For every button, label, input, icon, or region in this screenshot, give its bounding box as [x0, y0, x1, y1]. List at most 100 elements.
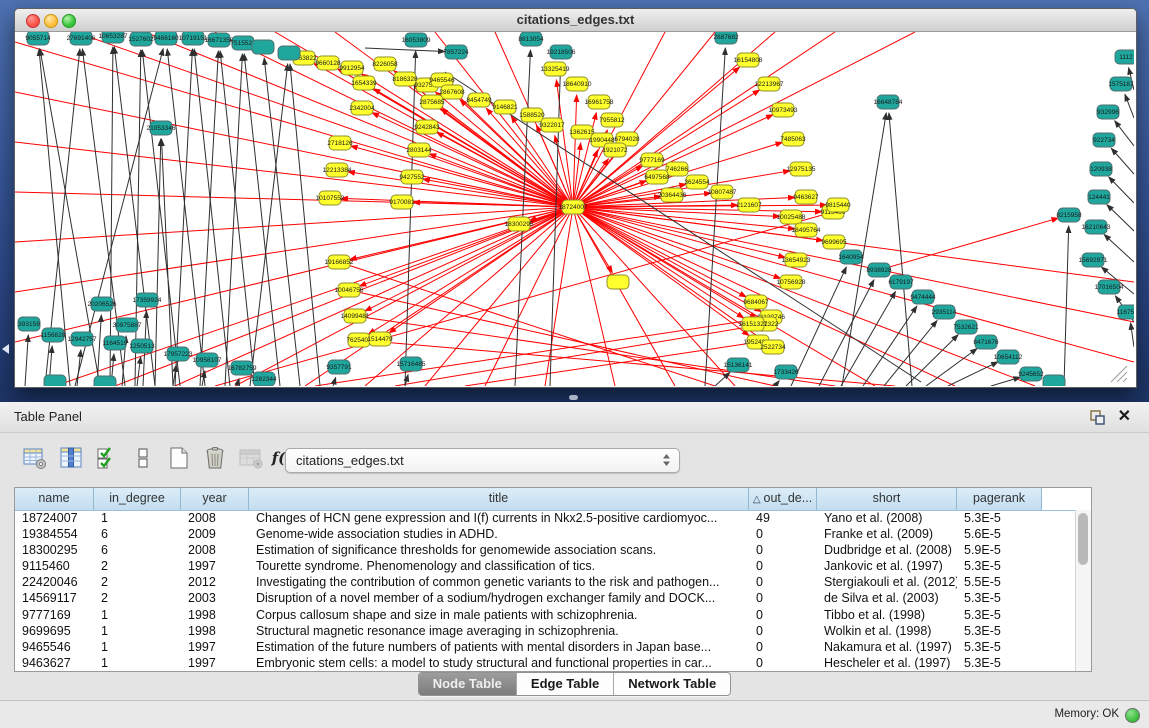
graph-node[interactable] [1043, 375, 1065, 386]
table-scrollbar[interactable] [1075, 510, 1091, 671]
graph-edge[interactable] [1109, 177, 1134, 203]
scrollbar-thumb[interactable] [1078, 513, 1088, 565]
graph-edge[interactable] [573, 207, 749, 336]
network-window[interactable]: citations_edges.txt 18724007746382296601… [14, 8, 1137, 388]
graph-edge[interactable] [315, 317, 771, 386]
tab-edge-table[interactable]: Edge Table [517, 673, 614, 695]
graph-edge[interactable] [573, 207, 1134, 282]
graph-edge[interactable] [97, 315, 101, 386]
graph-edge[interactable] [573, 207, 875, 386]
graph-edge[interactable] [155, 139, 161, 386]
table-row[interactable]: 1872400712008Changes of HCN gene express… [15, 510, 1091, 526]
graph-edge[interactable] [339, 262, 715, 386]
graph-node-label: 9427552 [399, 174, 425, 181]
create-column-button[interactable] [165, 444, 192, 472]
graph-edge[interactable] [365, 48, 445, 52]
table-row[interactable]: 1456911722003Disruption of a novel membe… [15, 590, 1091, 606]
graph-edge[interactable] [1107, 205, 1134, 231]
graph-edge[interactable] [77, 350, 81, 386]
graph-edge[interactable] [1131, 323, 1134, 347]
collapse-left-arrow-icon[interactable] [2, 344, 9, 354]
table-cell: 2009 [181, 526, 249, 542]
table-row[interactable]: 2242004622012Investigating the contribut… [15, 574, 1091, 590]
graph-edge[interactable] [114, 47, 155, 386]
select-columns-button[interactable] [57, 444, 84, 472]
table-selector-dropdown[interactable]: citations_edges.txt [285, 448, 680, 473]
graph-edge[interactable] [1104, 234, 1134, 262]
graph-edge[interactable] [142, 50, 180, 386]
graph-edge[interactable] [15, 207, 573, 242]
table-header: namein_degreeyeartitle△out_de...shortpag… [15, 488, 1091, 511]
table-cell: 9115460 [15, 558, 94, 574]
delete-columns-button[interactable] [201, 444, 228, 472]
graph-edge[interactable] [879, 218, 1058, 270]
column-header-name[interactable]: name [15, 488, 94, 510]
network-canvas[interactable]: 1872400774638229660128991295416543392342… [15, 32, 1136, 387]
graph-edge[interactable] [991, 377, 1020, 386]
graph-edge[interactable] [25, 335, 28, 386]
table-row[interactable]: 946554611997Estimation of the future num… [15, 639, 1091, 655]
table-row[interactable]: 1938455462009Genome-wide association stu… [15, 526, 1091, 542]
table-row[interactable]: 911546021997Tourette syndrome. Phenomeno… [15, 558, 1091, 574]
table-tabs-bar: Node Table Edge Table Network Table [0, 672, 1149, 698]
graph-edge[interactable] [135, 50, 141, 386]
resize-grip[interactable] [1111, 366, 1127, 382]
graph-node[interactable] [252, 40, 274, 54]
tab-network-table[interactable]: Network Table [614, 673, 730, 695]
select-all-rows-button[interactable] [93, 444, 120, 472]
table-row[interactable]: 1830029562008Estimation of significance … [15, 542, 1091, 558]
splitter-handle[interactable] [569, 395, 578, 400]
graph-edge[interactable] [1111, 148, 1134, 174]
table-selector-value: citations_edges.txt [296, 449, 404, 472]
graph-edge[interactable] [465, 342, 758, 386]
float-panel-icon[interactable] [1090, 410, 1105, 425]
graph-node-label: 2342004 [349, 105, 375, 112]
graph-edge[interactable] [545, 207, 573, 386]
close-panel-icon[interactable]: ✕ [1118, 407, 1131, 427]
graph-node-label: 6794028 [614, 136, 640, 143]
graph-node-label: 7532621 [953, 324, 979, 331]
graph-node[interactable] [607, 275, 629, 289]
graph-edge[interactable] [705, 48, 725, 386]
delete-table-button[interactable] [237, 444, 264, 472]
memory-status-indicator[interactable] [1125, 708, 1140, 723]
column-header-pagerank[interactable]: pagerank [957, 488, 1042, 510]
graph-edge[interactable] [948, 362, 998, 386]
graph-edge[interactable] [225, 54, 242, 386]
graph-node[interactable] [44, 375, 66, 386]
deselect-rows-button[interactable] [129, 444, 156, 472]
graph-edge[interactable] [145, 32, 573, 207]
graph-edge[interactable] [200, 51, 218, 386]
table-row[interactable]: 977716911998Corpus callosum shape and si… [15, 607, 1091, 623]
column-header-out_de[interactable]: △out_de... [749, 488, 817, 510]
graph-edge[interactable] [15, 42, 573, 207]
graph-edge[interactable] [333, 377, 336, 386]
graph-edge[interactable] [1125, 94, 1134, 118]
tab-node-table[interactable]: Node Table [419, 673, 517, 695]
table-cell: 0 [749, 574, 817, 590]
graph-edge[interactable] [137, 357, 141, 386]
graph-node[interactable] [94, 376, 116, 386]
table-mode-button[interactable] [21, 444, 48, 472]
table-cell: 0 [749, 558, 817, 574]
graph-edge[interactable] [175, 207, 573, 386]
table-row[interactable]: 946362711997Embryonic stem cells: a mode… [15, 655, 1091, 671]
network-window-titlebar[interactable]: citations_edges.txt [15, 9, 1136, 32]
graph-edge[interactable] [175, 49, 192, 386]
graph-edge[interactable] [110, 47, 113, 386]
column-header-in_degree[interactable]: in_degree [94, 488, 181, 510]
column-header-short[interactable]: short [817, 488, 957, 510]
graph-node[interactable] [278, 46, 300, 60]
table-cell: 1997 [181, 558, 249, 574]
graph-edge[interactable] [906, 335, 958, 386]
column-header-title[interactable]: title [249, 488, 749, 510]
graph-edge[interactable] [775, 381, 779, 386]
graph-edge[interactable] [1115, 121, 1134, 146]
graph-edge[interactable] [368, 207, 573, 334]
graph-edge[interactable] [437, 132, 573, 207]
graph-edge[interactable] [405, 51, 416, 386]
column-header-year[interactable]: year [181, 488, 249, 510]
graph-edge[interactable] [1064, 226, 1069, 386]
graph-edge[interactable] [573, 207, 785, 257]
table-row[interactable]: 969969511998Structural magnetic resonanc… [15, 623, 1091, 639]
